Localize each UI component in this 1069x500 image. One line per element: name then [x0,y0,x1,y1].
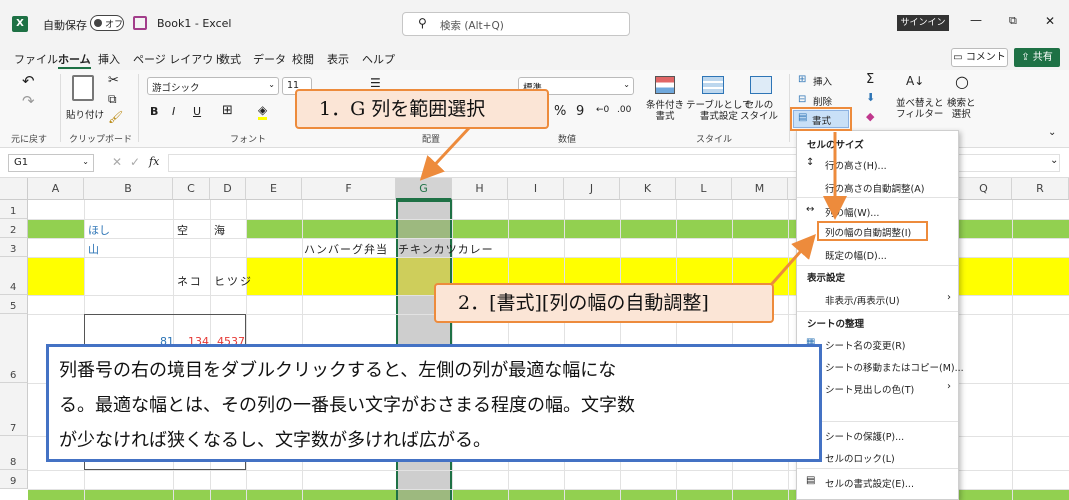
step1-text: 1．G 列を範囲選択 [319,98,486,120]
arrow-step1 [419,125,472,181]
explanation-line: が少なければ狭くなるし、文字数が多ければ広がる。 [59,430,491,451]
explanation-line: 列番号の右の境目をダブルクリックすると、左側の列が最適な幅にな [59,360,617,381]
step2-callout: 2．[書式][列の幅の自動調整] [434,283,774,323]
step1-callout: 1．G 列を範囲選択 [295,89,549,129]
explanation-line: る。最適な幅とは、その列の一番長い文字がおさまる程度の幅。文字数 [59,395,635,416]
arrow-step2 [768,234,816,287]
explanation-box: 列番号の右の境目をダブルクリックすると、左側の列が最適な幅にな る。最適な幅とは… [46,344,822,462]
step2-text: 2．[書式][列の幅の自動調整] [458,292,709,314]
